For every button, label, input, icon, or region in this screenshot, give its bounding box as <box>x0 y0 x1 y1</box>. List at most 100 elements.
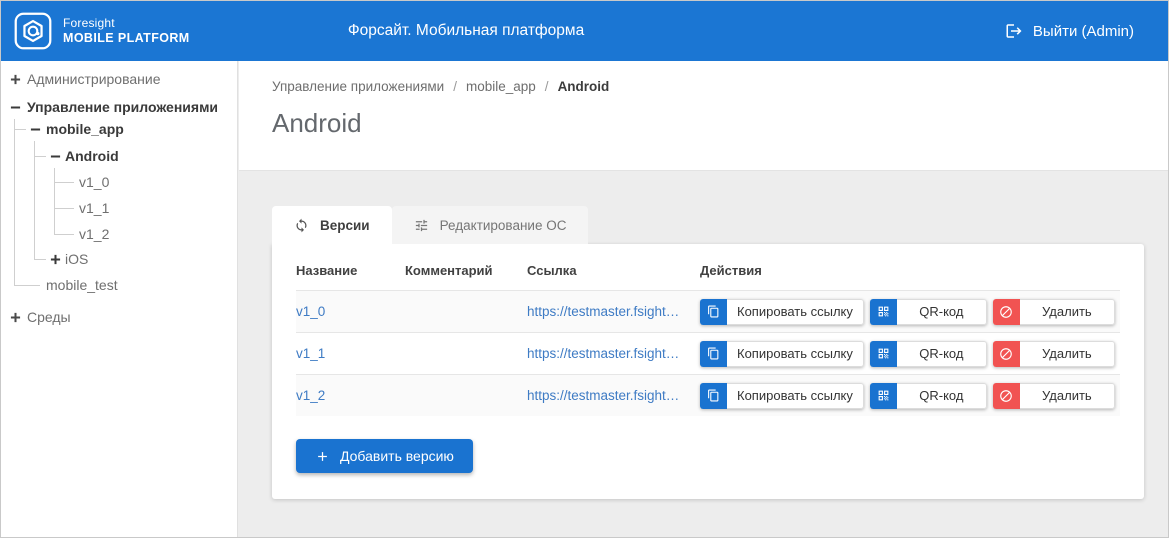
tree-connector-line <box>54 168 55 234</box>
sidebar-item-v1-0[interactable]: v1_0 <box>79 169 109 195</box>
sidebar-item-android[interactable]: Android <box>65 143 119 169</box>
version-url-link[interactable]: https://testmaster.fsight… <box>527 388 700 403</box>
collapse-minus-icon[interactable] <box>9 101 21 113</box>
table-header-row: Название Комментарий Ссылка Действия <box>296 250 1120 290</box>
version-name-link[interactable]: v1_1 <box>296 346 405 361</box>
collapse-minus-icon[interactable] <box>49 150 61 162</box>
delete-button[interactable]: Удалить <box>993 383 1115 409</box>
qr-code-label: QR-код <box>897 299 987 325</box>
block-icon <box>993 341 1020 367</box>
delete-label: Удалить <box>1020 299 1115 325</box>
sidebar-item-ios[interactable]: iOS <box>65 246 88 272</box>
tree-connector-line <box>54 182 74 183</box>
copy-link-label: Копировать ссылку <box>727 341 864 367</box>
tree-connector-line <box>14 285 40 286</box>
qr-code-button[interactable]: QR-код <box>870 383 987 409</box>
tab-os-editing[interactable]: Редактирование ОС <box>392 206 589 244</box>
version-url-link[interactable]: https://testmaster.fsight… <box>527 304 700 319</box>
row-actions: Копировать ссылку QR-код <box>700 341 1120 367</box>
sidebar: Администрирование Управление приложениям… <box>1 61 238 538</box>
qr-code-label: QR-код <box>897 341 987 367</box>
tree-connector-line <box>34 156 46 157</box>
qr-code-button[interactable]: QR-код <box>870 299 987 325</box>
column-header-comment: Комментарий <box>405 263 527 278</box>
copy-link-button[interactable]: Копировать ссылку <box>700 299 864 325</box>
versions-card: Название Комментарий Ссылка Действия v1_… <box>272 244 1144 499</box>
sidebar-item-mobile-test[interactable]: mobile_test <box>46 272 118 298</box>
copy-link-button[interactable]: Копировать ссылку <box>700 341 864 367</box>
logout-icon <box>1005 22 1023 40</box>
delete-label: Удалить <box>1020 341 1115 367</box>
qr-code-label: QR-код <box>897 383 987 409</box>
delete-label: Удалить <box>1020 383 1115 409</box>
qr-code-icon <box>870 341 897 367</box>
foresight-hexagon-logo-icon <box>14 12 52 50</box>
table-row: v1_1 https://testmaster.fsight… Копирова… <box>296 332 1120 374</box>
column-header-actions: Действия <box>700 263 1120 278</box>
add-version-button[interactable]: Добавить версию <box>296 439 473 473</box>
version-name-link[interactable]: v1_0 <box>296 304 405 319</box>
navigation-tree: Администрирование Управление приложениям… <box>1 61 237 538</box>
collapse-minus-icon[interactable] <box>29 123 41 135</box>
logout-button[interactable]: Выйти (Admin) <box>1005 22 1134 40</box>
expand-plus-icon[interactable] <box>9 311 21 323</box>
expand-plus-icon[interactable] <box>49 253 61 265</box>
delete-button[interactable]: Удалить <box>993 299 1115 325</box>
column-header-name: Название <box>296 263 405 278</box>
app-window: Foresight MOBILE PLATFORM Форсайт. Мобил… <box>0 0 1169 538</box>
app-title: Форсайт. Мобильная платформа <box>348 22 584 40</box>
add-version-label: Добавить версию <box>340 448 454 464</box>
breadcrumb-mobile-app[interactable]: mobile_app <box>466 79 536 94</box>
qr-code-button[interactable]: QR-код <box>870 341 987 367</box>
copy-icon <box>700 383 727 409</box>
tab-versions[interactable]: Версии <box>272 206 392 244</box>
brand-logo: Foresight MOBILE PLATFORM <box>1 12 190 50</box>
qr-code-icon <box>870 299 897 325</box>
copy-link-label: Копировать ссылку <box>727 299 864 325</box>
column-header-link: Ссылка <box>527 263 700 278</box>
breadcrumb-separator: / <box>545 79 549 94</box>
tree-connector-line <box>34 141 35 259</box>
top-bar: Foresight MOBILE PLATFORM Форсайт. Мобил… <box>1 1 1168 61</box>
tree-connector-line <box>54 234 74 235</box>
version-url-link[interactable]: https://testmaster.fsight… <box>527 346 700 361</box>
sidebar-item-v1-1[interactable]: v1_1 <box>79 195 109 221</box>
tab-os-editing-label: Редактирование ОС <box>440 218 567 233</box>
logout-label: Выйти (Admin) <box>1033 23 1134 40</box>
copy-icon <box>700 299 727 325</box>
tree-connector-line <box>14 129 26 130</box>
expand-plus-icon[interactable] <box>9 73 21 85</box>
sidebar-item-administration[interactable]: Администрирование <box>27 66 161 92</box>
tab-versions-label: Версии <box>320 218 370 233</box>
brand-name: Foresight <box>63 16 190 31</box>
sidebar-item-v1-2[interactable]: v1_2 <box>79 221 109 247</box>
tree-connector-line <box>34 259 46 260</box>
breadcrumb: Управление приложениями / mobile_app / A… <box>272 79 1169 94</box>
block-icon <box>993 299 1020 325</box>
table-row: v1_2 https://testmaster.fsight… Копирова… <box>296 374 1120 416</box>
refresh-icon <box>294 218 309 233</box>
sidebar-item-environments[interactable]: Среды <box>27 304 71 330</box>
version-name-link[interactable]: v1_2 <box>296 388 405 403</box>
copy-link-button[interactable]: Копировать ссылку <box>700 383 864 409</box>
breadcrumb-separator: / <box>453 79 457 94</box>
content-area: Версии Редактирование ОС Название <box>239 171 1169 499</box>
versions-table: Название Комментарий Ссылка Действия v1_… <box>296 250 1120 416</box>
breadcrumb-current: Android <box>558 79 610 94</box>
row-actions: Копировать ссылку QR-код <box>700 383 1120 409</box>
delete-button[interactable]: Удалить <box>993 341 1115 367</box>
tune-icon <box>414 218 429 233</box>
page-header: Управление приложениями / mobile_app / A… <box>239 61 1169 171</box>
plus-icon <box>315 449 330 464</box>
row-actions: Копировать ссылку QR-код <box>700 299 1120 325</box>
page-title: Android <box>272 108 1169 139</box>
block-icon <box>993 383 1020 409</box>
tree-connector-line <box>14 119 15 285</box>
table-row: v1_0 https://testmaster.fsight… Копирова… <box>296 290 1120 332</box>
sidebar-item-mobile-app[interactable]: mobile_app <box>46 116 124 142</box>
tree-connector-line <box>54 208 74 209</box>
main-content: Управление приложениями / mobile_app / A… <box>239 61 1169 538</box>
breadcrumb-app-management[interactable]: Управление приложениями <box>272 79 444 94</box>
qr-code-icon <box>870 383 897 409</box>
copy-link-label: Копировать ссылку <box>727 383 864 409</box>
